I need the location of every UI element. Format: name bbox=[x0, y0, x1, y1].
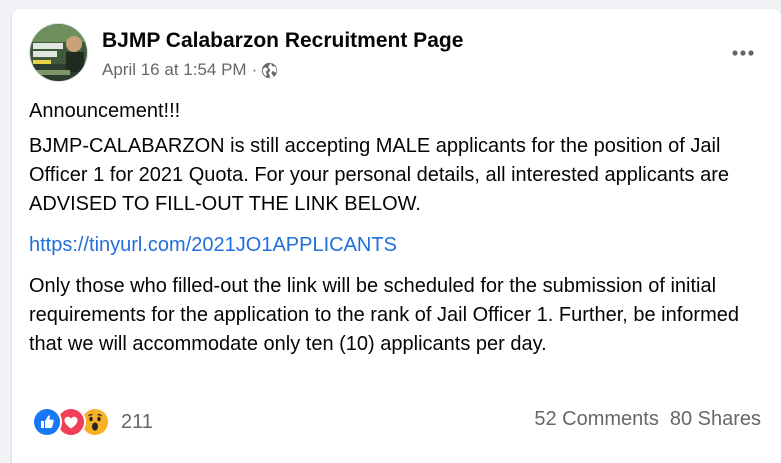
more-options-button[interactable] bbox=[725, 41, 761, 65]
avatar-image bbox=[30, 24, 87, 81]
post-footer: 211 52 Comments 80 Shares bbox=[29, 406, 761, 438]
reactions-summary[interactable]: 211 bbox=[32, 407, 153, 437]
post-card: BJMP Calabarzon Recruitment Page April 1… bbox=[12, 9, 781, 463]
post-link-paragraph: https://tinyurl.com/2021JO1APPLICANTS bbox=[29, 231, 749, 260]
meta-separator: · bbox=[251, 60, 258, 79]
post-header: BJMP Calabarzon Recruitment Page April 1… bbox=[29, 23, 761, 83]
post-paragraph-announcement: Announcement!!! bbox=[29, 100, 181, 122]
like-icon bbox=[32, 407, 62, 437]
post-meta: April 16 at 1:54 PM · bbox=[102, 60, 278, 80]
post-link[interactable]: https://tinyurl.com/2021JO1APPLICANTS bbox=[29, 234, 397, 256]
more-icon bbox=[732, 50, 754, 56]
page-name-link[interactable]: BJMP Calabarzon Recruitment Page bbox=[102, 29, 463, 53]
engagement-counts: 52 Comments 80 Shares bbox=[534, 408, 761, 431]
post-paragraph-schedule: Only those who filled-out the link will … bbox=[29, 275, 739, 355]
comments-count-link[interactable]: 52 Comments bbox=[534, 408, 659, 430]
post-paragraph-details: BJMP-CALABARZON is still accepting MALE … bbox=[29, 135, 730, 215]
globe-icon[interactable] bbox=[261, 62, 278, 79]
page-avatar[interactable] bbox=[29, 23, 88, 82]
post-body: Announcement!!! BJMP-CALABARZON is still… bbox=[29, 97, 749, 371]
shares-count-link[interactable]: 80 Shares bbox=[670, 408, 761, 430]
post-timestamp[interactable]: April 16 at 1:54 PM bbox=[102, 60, 247, 80]
reaction-count: 211 bbox=[121, 410, 153, 433]
